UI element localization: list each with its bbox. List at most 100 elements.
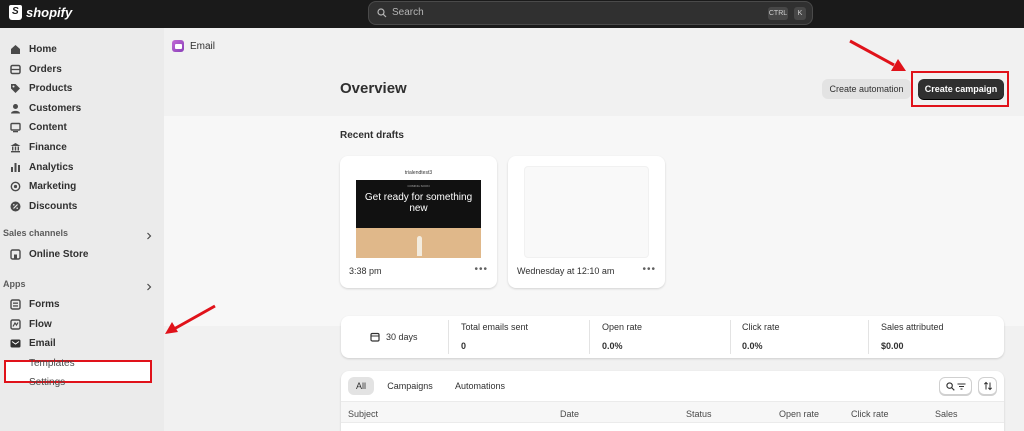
- store-icon: [10, 248, 21, 260]
- stat-open-rate: Open rate 0.0%: [602, 322, 642, 351]
- sidebar-item-products[interactable]: Products: [10, 79, 72, 97]
- column-header-subject[interactable]: Subject: [348, 409, 378, 419]
- sidebar-item-forms[interactable]: Forms: [10, 295, 60, 313]
- sidebar-item-online-store[interactable]: Online Store: [10, 245, 88, 263]
- chevron-right-icon[interactable]: [145, 232, 153, 240]
- email-app-icon: [172, 40, 184, 52]
- sales-channels-heading[interactable]: Sales channels: [3, 228, 68, 238]
- column-header-date[interactable]: Date: [560, 409, 579, 419]
- date-range-button[interactable]: 30 days: [354, 323, 434, 351]
- stat-value: 0.0%: [602, 341, 623, 351]
- breadcrumb: Email: [172, 40, 215, 52]
- email-icon: [10, 339, 21, 347]
- sidebar-item-label: Orders: [29, 63, 62, 75]
- more-options-icon[interactable]: •••: [642, 264, 656, 275]
- divider: [730, 320, 731, 354]
- sidebar-item-label: Finance: [29, 141, 67, 153]
- sidebar-item-flow[interactable]: Flow: [10, 315, 52, 333]
- annotation-arrow-email: [165, 304, 216, 334]
- stats-card: 30 days Total emails sent 0 Open rate 0.…: [341, 316, 1004, 358]
- chevron-right-icon[interactable]: [145, 283, 153, 291]
- stat-total-emails-sent: Total emails sent 0: [461, 322, 528, 351]
- sort-icon: [983, 381, 992, 391]
- sidebar-item-label: Discounts: [29, 200, 78, 212]
- orders-icon: [10, 64, 21, 74]
- shortcut-k-key: K: [794, 7, 806, 20]
- shortcut-ctrl-key: CTRL: [768, 7, 788, 20]
- brand-name: shopify: [26, 5, 73, 20]
- sidebar-item-label: Forms: [29, 298, 60, 310]
- create-automation-button[interactable]: Create automation: [822, 79, 911, 99]
- sidebar-item-email[interactable]: Email: [10, 334, 56, 352]
- filter-icon: [957, 383, 965, 389]
- column-header-sales[interactable]: Sales: [935, 409, 958, 419]
- stat-label: Sales attributed: [881, 322, 944, 332]
- search-placeholder: Search: [392, 7, 424, 18]
- calendar-icon: [370, 332, 380, 342]
- shopify-bag-icon: [9, 5, 22, 20]
- sidebar-item-label: Products: [29, 82, 73, 94]
- sidebar-item-orders[interactable]: Orders: [10, 60, 62, 78]
- column-header-status[interactable]: Status: [686, 409, 712, 419]
- draft-card[interactable]: Wednesday at 12:10 am •••: [508, 156, 665, 288]
- draft-time: 3:38 pm: [349, 266, 382, 276]
- search-bar[interactable]: Search CTRL K: [368, 1, 813, 25]
- home-icon: [11, 44, 20, 54]
- sidebar-subitem-templates[interactable]: Templates: [29, 358, 75, 369]
- preview-image: [356, 228, 481, 258]
- more-options-icon[interactable]: •••: [474, 264, 488, 275]
- sidebar-item-discounts[interactable]: Discounts: [10, 197, 77, 215]
- sidebar-item-label: Customers: [29, 102, 82, 114]
- column-header-open-rate[interactable]: Open rate: [779, 409, 819, 419]
- tab-campaigns[interactable]: Campaigns: [379, 377, 441, 395]
- sidebar-subitem-settings[interactable]: Settings: [29, 377, 65, 388]
- draft-email-preview[interactable]: [524, 166, 649, 258]
- sidebar-item-home[interactable]: Home: [10, 40, 57, 58]
- stat-label: Click rate: [742, 322, 780, 332]
- main-content: Email Overview Create automation Create …: [164, 28, 1024, 431]
- stat-label: Total emails sent: [461, 322, 529, 332]
- stat-value: $0.00: [881, 341, 904, 351]
- tag-icon: [11, 83, 20, 93]
- email-table: All Campaigns Automations Subject Date S…: [341, 371, 1004, 431]
- sidebar-item-finance[interactable]: Finance: [10, 138, 67, 156]
- date-range-label: 30 days: [386, 332, 418, 342]
- apps-heading[interactable]: Apps: [3, 279, 26, 289]
- preview-header: trialendtest3: [356, 166, 481, 180]
- email-highlight-box: [4, 360, 152, 383]
- sidebar-item-label: Online Store: [29, 248, 89, 260]
- sidebar-item-customers[interactable]: Customers: [10, 99, 81, 117]
- create-campaign-button[interactable]: Create campaign: [918, 79, 1004, 99]
- draft-time: Wednesday at 12:10 am: [517, 266, 615, 276]
- draft-card[interactable]: trialendtest3 COMING SOON Get ready for …: [340, 156, 497, 288]
- forms-icon: [10, 298, 21, 310]
- tab-all[interactable]: All: [348, 377, 374, 395]
- tab-automations[interactable]: Automations: [445, 377, 515, 395]
- flow-icon: [10, 318, 21, 330]
- target-icon: [10, 181, 21, 191]
- stat-label: Open rate: [602, 322, 643, 332]
- column-header-click-rate[interactable]: Click rate: [851, 409, 889, 419]
- divider: [868, 320, 869, 354]
- sidebar-item-label: Analytics: [29, 161, 74, 173]
- page-title: Overview: [340, 80, 407, 97]
- search-icon: [945, 381, 955, 391]
- bar-chart-icon: [11, 162, 20, 172]
- stat-sales-attributed: Sales attributed $0.00: [881, 322, 944, 351]
- annotation-arrow-create-campaign: [849, 39, 906, 71]
- sort-button[interactable]: [978, 377, 997, 395]
- sidebar-item-label: Home: [29, 43, 57, 55]
- sidebar-item-content[interactable]: Content: [10, 118, 67, 136]
- preview-hero: COMING SOON Get ready for something new: [356, 180, 481, 228]
- stat-click-rate: Click rate 0.0%: [742, 322, 780, 351]
- sidebar-item-analytics[interactable]: Analytics: [10, 158, 73, 176]
- breadcrumb-label: Email: [190, 40, 216, 52]
- draft-email-preview[interactable]: trialendtest3 COMING SOON Get ready for …: [356, 166, 481, 258]
- preview-headline: Get ready for something new: [364, 192, 473, 214]
- divider: [589, 320, 590, 354]
- sidebar-item-label: Content: [29, 121, 67, 133]
- shopify-logo[interactable]: shopify: [9, 5, 72, 20]
- sidebar-item-marketing[interactable]: Marketing: [10, 177, 76, 195]
- top-bar: shopify Search CTRL K: [0, 0, 1024, 28]
- search-filter-button[interactable]: [939, 377, 972, 395]
